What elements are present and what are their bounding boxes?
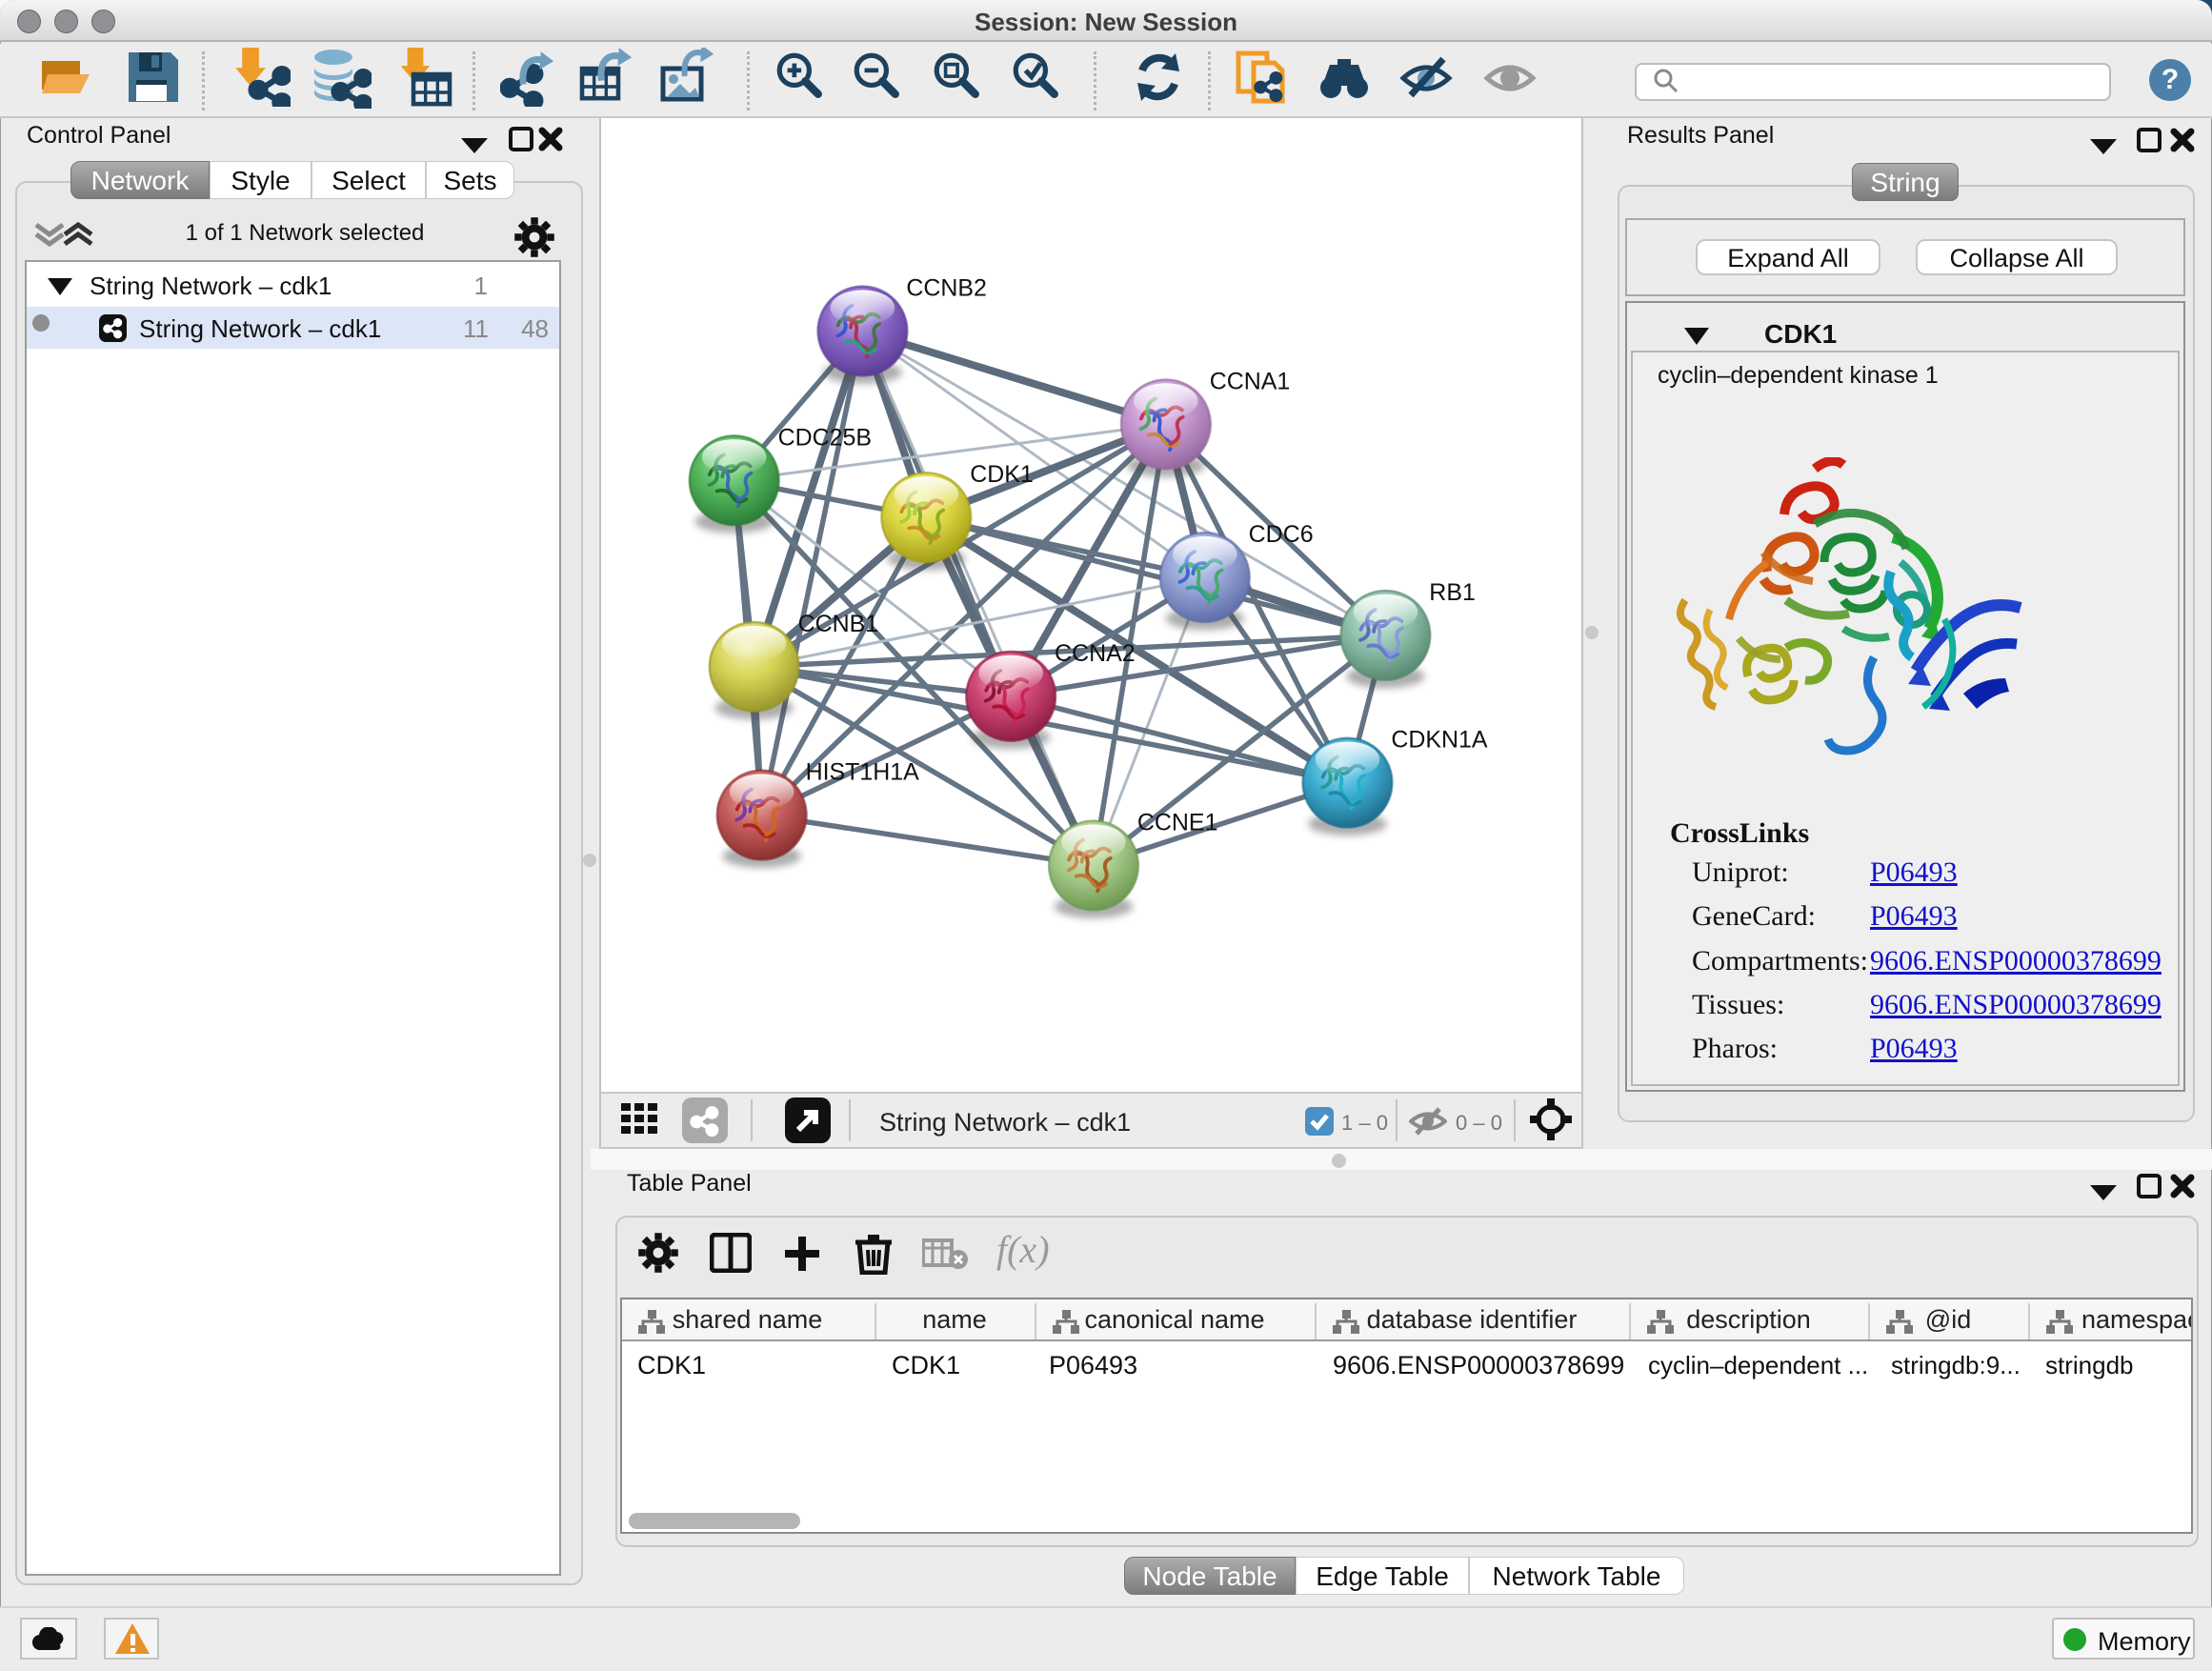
svg-text:CCNE1: CCNE1: [1137, 810, 1218, 836]
svg-text:CCNA2: CCNA2: [1055, 640, 1136, 667]
svg-text:CDKN1A: CDKN1A: [1391, 727, 1488, 754]
svg-text:CCNB1: CCNB1: [798, 611, 879, 637]
svg-text:CCNA1: CCNA1: [1210, 368, 1291, 394]
svg-text:RB1: RB1: [1429, 579, 1476, 606]
svg-text:CDC25B: CDC25B: [778, 424, 872, 451]
svg-text:CCNB2: CCNB2: [906, 275, 987, 302]
svg-text:HIST1H1A: HIST1H1A: [806, 759, 920, 786]
svg-text:CDK1: CDK1: [970, 461, 1034, 488]
svg-text:CDC6: CDC6: [1249, 521, 1314, 548]
